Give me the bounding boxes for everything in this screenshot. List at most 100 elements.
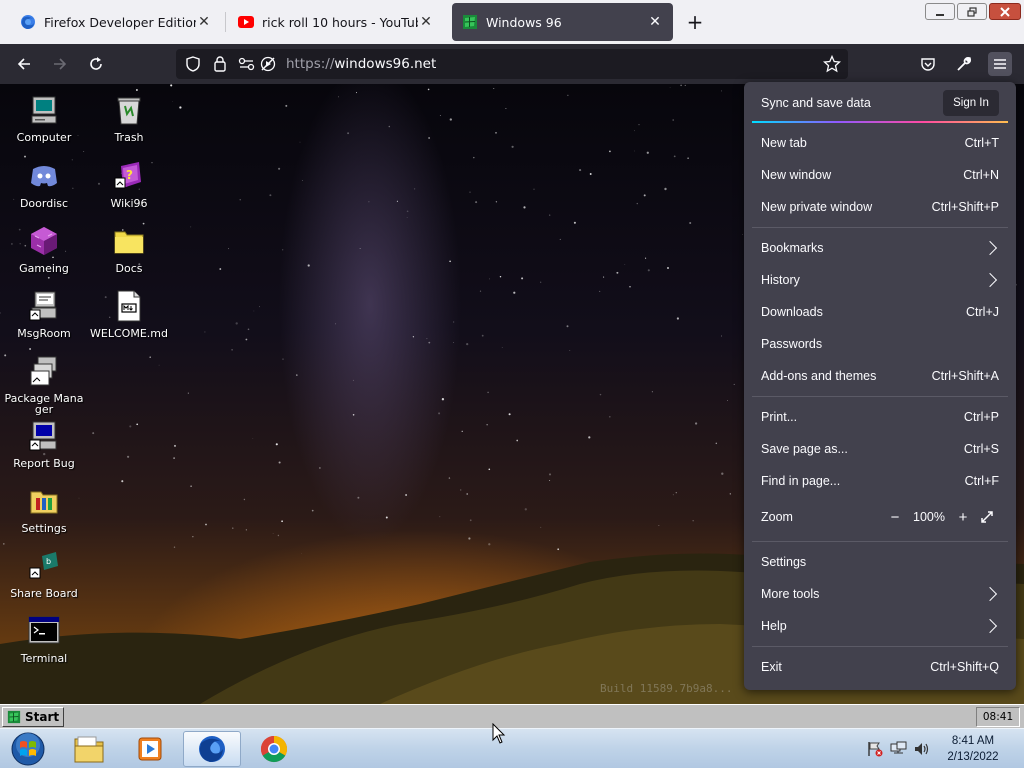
menu-item-label: Settings [761,555,807,569]
menu-item-new-private-window[interactable]: New private window Ctrl+Shift+P [752,193,1008,221]
menu-item-more-tools[interactable]: More tools [752,580,1008,608]
close-window-button[interactable] [989,3,1021,20]
desktop-icon-package-manager[interactable]: Package Manager [2,355,86,415]
settings-folder-icon [30,491,58,514]
forward-arrow-icon [54,58,67,70]
developer-tools-button[interactable] [952,52,976,76]
chrome-icon [260,735,288,763]
network-icon[interactable] [890,741,908,757]
taskbar-media-player[interactable] [121,731,179,767]
zoom-out-button[interactable]: − [883,505,907,529]
windows-logo-icon [11,732,45,766]
tab-separator [225,12,226,32]
menu-item-label: Passwords [761,337,823,351]
fullscreen-button[interactable] [975,505,999,529]
menu-item-exit[interactable]: Exit Ctrl+Shift+Q [752,653,1008,681]
tab-rick-roll-youtube[interactable]: rick roll 10 hours - YouTube ✕ [228,3,444,41]
menu-item-print[interactable]: Print... Ctrl+P [752,403,1008,431]
pocket-button[interactable] [916,52,940,76]
permissions-icon[interactable] [238,56,256,72]
windows-taskbar: 8:41 AM 2/13/2022 [0,728,1024,768]
menu-item-shortcut: Ctrl+Shift+A [931,369,999,383]
windows-start-orb[interactable] [0,731,56,767]
system-clock[interactable]: 8:41 AM 2/13/2022 [936,733,1010,765]
menu-item-downloads[interactable]: Downloads Ctrl+J [752,298,1008,326]
new-tab-button[interactable]: + [684,12,706,34]
minimize-button[interactable] [925,3,955,20]
desktop-icon-terminal[interactable]: Terminal [2,615,86,664]
menu-item-bookmarks[interactable]: Bookmarks [752,234,1008,262]
mouse-cursor-icon [492,723,506,744]
desktop-icon-label: MsgRoom [17,327,71,340]
app-menu-button[interactable] [988,52,1012,76]
forward-button[interactable] [48,52,72,76]
wrench-icon [957,57,971,71]
tracking-shield-icon[interactable] [185,56,201,72]
desktop-icon-label: Report Bug [13,457,75,470]
url-bar[interactable]: https://windows96.net [176,49,848,79]
menu-zoom-row: Zoom − 100% + [752,503,1008,531]
close-icon [1000,6,1010,17]
menu-separator [752,227,1008,228]
menu-item-history[interactable]: History [752,266,1008,294]
desktop-icon-label: Doordisc [19,197,69,210]
menu-item-label: Bookmarks [761,241,824,255]
url-text: https://windows96.net [286,56,436,72]
tab-close-icon[interactable]: ✕ [196,14,212,30]
menu-item-shortcut: Ctrl+T [964,136,999,150]
desktop-icon-docs[interactable]: Docs [87,225,171,274]
lock-icon[interactable] [212,55,228,72]
reload-icon [90,57,102,70]
menu-item-find-in-page[interactable]: Find in page... Ctrl+F [752,467,1008,495]
menu-item-passwords[interactable]: Passwords [752,330,1008,358]
tab-close-icon[interactable]: ✕ [647,14,663,30]
menu-item-settings[interactable]: Settings [752,548,1008,576]
menu-item-help[interactable]: Help [752,612,1008,640]
win96-taskbar: Start 08:41 [0,704,1024,728]
autoplay-blocked-icon[interactable] [260,56,276,72]
reload-button[interactable] [84,52,108,76]
desktop-icon-wiki96[interactable]: ? Wiki96 [87,160,171,209]
desktop-icon-label: Gameing [19,262,69,275]
tab-firefox-developer-edition[interactable]: Firefox Developer Edition ✕ [10,3,222,41]
menu-item-shortcut: Ctrl+F [964,474,999,488]
zoom-in-button[interactable]: + [951,505,975,529]
menu-item-new-window[interactable]: New window Ctrl+N [752,161,1008,189]
desktop-icon-share-board[interactable]: b Share Board [2,550,86,599]
desktop-icon-label: Docs [115,262,143,275]
restore-button[interactable] [957,3,987,20]
tab-windows-96[interactable]: Windows 96 ✕ [452,3,673,41]
bookmark-star-icon[interactable] [823,55,841,73]
sync-and-save-item[interactable]: Sync and save data [752,89,942,117]
firefox-app-menu: Sync and save data Sign In New tab Ctrl+… [744,82,1016,690]
desktop-icon-doordisc[interactable]: Doordisc [2,160,86,209]
desktop-icon-trash[interactable]: Trash [87,94,171,143]
taskbar-file-explorer[interactable] [60,731,118,767]
firefox-icon [21,15,35,29]
desktop-icon-label: Trash [114,131,144,144]
zoom-level[interactable]: 100% [907,510,951,524]
desktop-icon-gameing[interactable]: Gameing [2,225,86,274]
menu-item-label: New tab [761,136,807,150]
desktop-icon-settings[interactable]: Settings [2,485,86,534]
desktop-icon-label: Terminal [20,652,68,665]
tab-close-icon[interactable]: ✕ [418,14,434,30]
back-button[interactable] [12,52,36,76]
menu-item-save-page-as[interactable]: Save page as... Ctrl+S [752,435,1008,463]
menu-item-label: Sync and save data [761,96,871,110]
desktop-icon-label: Wiki96 [110,197,148,210]
desktop-icon-computer[interactable]: Computer [2,94,86,143]
menu-item-new-tab[interactable]: New tab Ctrl+T [752,129,1008,157]
volume-icon[interactable] [913,741,931,757]
tab-title: Windows 96 [486,14,562,30]
menu-item-addons-and-themes[interactable]: Add-ons and themes Ctrl+Shift+A [752,362,1008,390]
desktop-icon-report-bug[interactable]: Report Bug [2,420,86,469]
menu-item-label: Add-ons and themes [761,369,877,383]
desktop-icon-msgroom[interactable]: MsgRoom [2,290,86,339]
sign-in-button[interactable]: Sign In [943,90,999,116]
action-center-flag-icon[interactable] [866,741,884,757]
desktop-icon-welcome-md[interactable]: WELCOME.md [87,290,171,339]
taskbar-chrome[interactable] [245,731,303,767]
taskbar-firefox[interactable] [183,731,241,767]
start-button[interactable]: Start [2,707,64,727]
